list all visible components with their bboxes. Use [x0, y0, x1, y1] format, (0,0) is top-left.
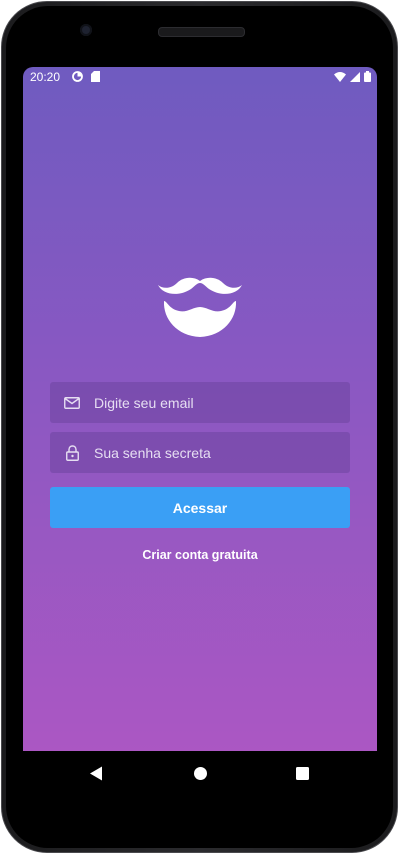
password-field[interactable]	[50, 432, 350, 473]
lock-icon	[50, 432, 94, 473]
wifi-icon	[334, 71, 346, 85]
status-bar: 20:20	[23, 67, 377, 87]
back-icon[interactable]	[88, 765, 104, 781]
mail-icon	[50, 382, 94, 423]
earpiece-speaker	[158, 27, 245, 37]
status-time: 20:20	[30, 70, 61, 84]
phone-device: 20:20 Digite seu email Acessar Criar con…	[0, 0, 401, 856]
status-system-icons	[334, 71, 371, 85]
cell-signal-icon	[350, 71, 360, 85]
create-account-link[interactable]: Criar conta gratuita	[23, 548, 377, 562]
battery-icon	[364, 71, 371, 85]
data-saver-icon	[72, 71, 83, 85]
login-button[interactable]: Acessar	[50, 487, 350, 528]
home-icon[interactable]	[192, 765, 208, 781]
navigation-bar	[23, 751, 377, 796]
recents-icon[interactable]	[294, 765, 310, 781]
email-input[interactable]	[94, 394, 334, 411]
email-field[interactable]	[50, 382, 350, 423]
status-notification-icons	[72, 71, 100, 85]
app-screen: 20:20 Digite seu email Acessar Criar con…	[23, 67, 377, 751]
sd-card-icon	[91, 71, 100, 85]
front-camera	[80, 24, 92, 36]
password-input[interactable]	[94, 444, 334, 461]
mustache-beard-logo-icon	[157, 275, 243, 339]
